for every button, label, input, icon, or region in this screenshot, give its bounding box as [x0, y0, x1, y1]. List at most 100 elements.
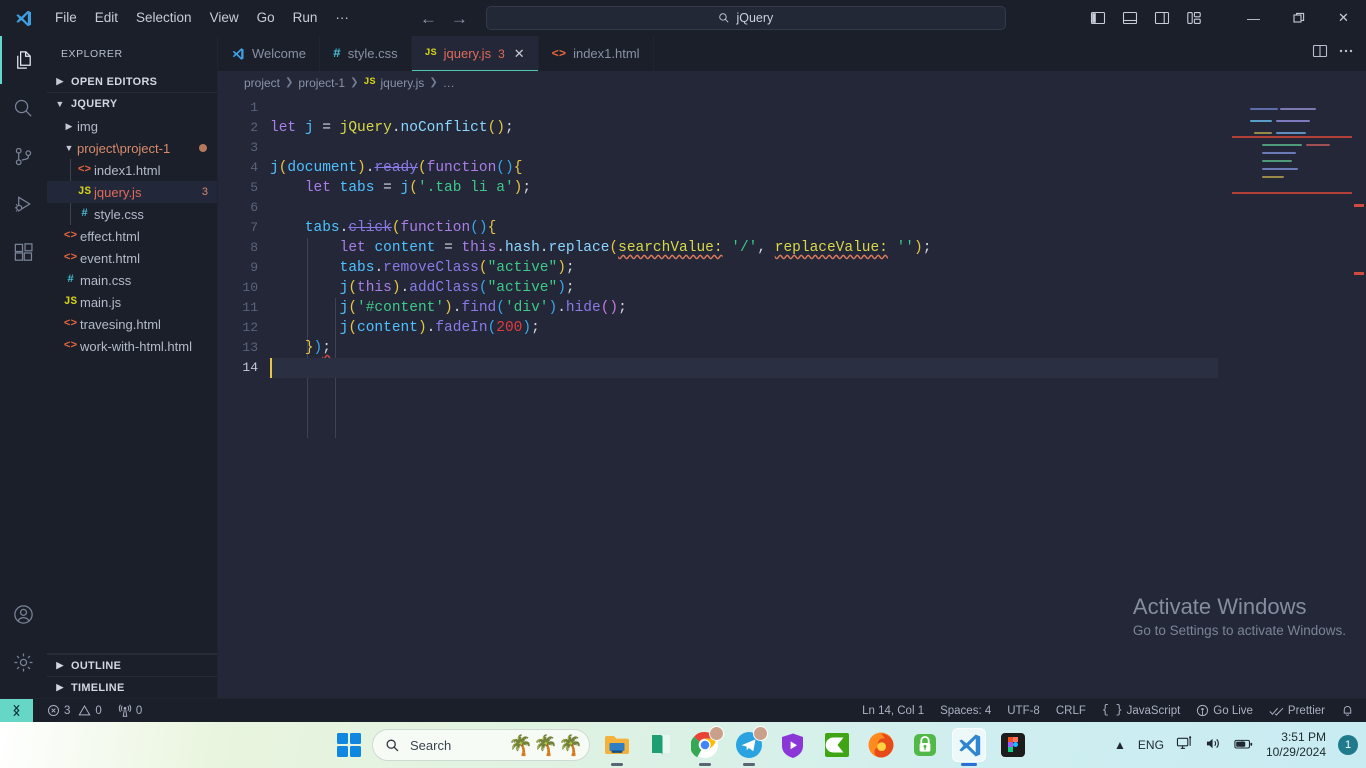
window-restore-button[interactable] — [1276, 0, 1321, 36]
activity-item-accounts[interactable] — [0, 590, 47, 638]
notification-badge[interactable]: 1 — [1338, 735, 1358, 755]
battery-charging-icon[interactable] — [1234, 737, 1254, 754]
windows-start-icon[interactable] — [336, 732, 362, 758]
section-outline[interactable]: ▶ OUTLINE — [47, 654, 217, 676]
activity-item-run-and-debug[interactable] — [0, 180, 47, 228]
tree-item-project-1[interactable]: ▼ project\project-1 — [47, 137, 217, 159]
indentation-status[interactable]: Spaces: 4 — [932, 699, 999, 723]
volume-icon[interactable] — [1205, 736, 1222, 754]
tree-item-jquery-js[interactable]: JS jquery.js 3 — [47, 181, 217, 203]
tray-clock[interactable]: 3:51 PM 10/29/2024 — [1266, 730, 1326, 760]
code-line-5: let tabs = j('.tab li a'); — [304, 180, 532, 196]
window-close-button[interactable]: ✕ — [1321, 0, 1366, 36]
tree-item-main-css[interactable]: # main.css — [47, 269, 217, 291]
menu-go[interactable]: Go — [248, 0, 284, 36]
close-icon[interactable]: ✕ — [514, 46, 525, 62]
prettier-status[interactable]: Prettier — [1261, 699, 1333, 723]
activity-item-source-control[interactable] — [0, 132, 47, 180]
braces-icon: { } — [1101, 704, 1123, 717]
breadcrumb-project[interactable]: project — [244, 76, 280, 90]
tab-index1-html[interactable]: <> index1.html — [539, 36, 654, 71]
chevron-up-icon[interactable]: ▲ — [1114, 738, 1126, 752]
avatar — [753, 726, 768, 741]
taskbar-app-telegram[interactable] — [732, 726, 768, 766]
cursor-position[interactable]: Ln 14, Col 1 — [854, 699, 932, 723]
activity-item-extensions[interactable] — [0, 228, 47, 276]
command-center[interactable]: jQuery — [485, 6, 1006, 30]
tab-welcome[interactable]: Welcome — [218, 36, 320, 71]
code-editor[interactable]: 1 2 3 4 5 6 7 8 9 10 11 12 13 14 let j =… — [218, 94, 1366, 698]
breadcrumb-symbol[interactable]: … — [443, 76, 455, 90]
tree-item-index1-html[interactable]: <> index1.html — [47, 159, 217, 181]
toggle-secondary-sidebar-icon[interactable] — [1147, 3, 1177, 33]
remote-window-button[interactable] — [0, 698, 33, 723]
js-icon: JS — [424, 48, 437, 59]
tab-jquery-js[interactable]: JS jquery.js 3 ✕ — [411, 36, 539, 71]
breadcrumb-project-1[interactable]: project-1 — [298, 76, 345, 90]
text-cursor — [270, 358, 272, 378]
tree-item-style-css[interactable]: # style.css — [47, 203, 217, 225]
split-editor-icon[interactable] — [1312, 43, 1328, 64]
tab-label: index1.html — [573, 46, 640, 61]
taskbar-app-vpn[interactable] — [908, 728, 942, 762]
lock-icon — [914, 734, 936, 756]
taskbar-app-chrome[interactable] — [688, 726, 724, 766]
breadcrumb-file[interactable]: jquery.js — [381, 76, 425, 90]
tree-item-travesing-html[interactable]: <> travesing.html — [47, 313, 217, 335]
menu-edit[interactable]: Edit — [86, 0, 127, 36]
language-status[interactable]: { } JavaScript — [1094, 699, 1188, 723]
tree-item-img[interactable]: ▶ img — [47, 115, 217, 137]
tree-item-work-with-html[interactable]: <> work-with-html.html — [47, 335, 217, 357]
activity-item-settings[interactable] — [0, 638, 47, 686]
section-timeline[interactable]: ▶ TIMELINE — [47, 676, 217, 698]
weather-widget-icon[interactable]: 🌴🌴🌴 — [508, 732, 583, 760]
taskbar-app-file-explorer[interactable] — [600, 728, 634, 766]
menu-selection[interactable]: Selection — [127, 0, 201, 36]
arrow-right-icon[interactable]: → — [451, 10, 468, 27]
chevron-right-icon: ▶ — [56, 682, 64, 692]
tab-style-css[interactable]: # style.css — [320, 36, 412, 71]
menu-file[interactable]: File — [46, 0, 86, 36]
toggle-primary-sidebar-icon[interactable] — [1083, 3, 1113, 33]
menu-run[interactable]: Run — [284, 0, 327, 36]
activity-item-explorer[interactable] — [0, 36, 47, 84]
go-live-button[interactable]: Go Live — [1188, 699, 1261, 723]
sidebar-bottom-sections: ▶ OUTLINE ▶ TIMELINE — [47, 653, 217, 698]
activity-item-search[interactable] — [0, 84, 47, 132]
encoding-status[interactable]: UTF-8 — [999, 699, 1048, 723]
customize-layout-icon[interactable] — [1179, 3, 1209, 33]
section-jquery-root[interactable]: ▼ JQUERY — [47, 93, 217, 115]
menu-more[interactable]: ··· — [326, 0, 358, 36]
ellipsis-icon[interactable]: ellipsis-icon — [196, 49, 209, 59]
taskbar-app-video-shield[interactable] — [776, 728, 810, 762]
tree-label: style.css — [94, 206, 144, 222]
search-icon — [719, 13, 729, 23]
section-open-editors[interactable]: ▶ OPEN EDITORS — [47, 71, 217, 93]
taskbar-app-book[interactable] — [644, 728, 678, 762]
eol-status[interactable]: CRLF — [1048, 699, 1094, 723]
notifications-bell[interactable] — [1333, 699, 1366, 723]
ports-status[interactable]: 0 — [110, 699, 150, 723]
network-icon[interactable] — [1176, 736, 1193, 754]
problems-status[interactable]: 3 0 — [39, 699, 110, 723]
more-actions-icon[interactable] — [1332, 43, 1354, 64]
arrow-left-icon[interactable]: ← — [420, 10, 437, 27]
tray-language[interactable]: ENG — [1138, 738, 1164, 752]
tree-item-main-js[interactable]: JS main.js — [47, 291, 217, 313]
taskbar-app-figma[interactable] — [996, 728, 1030, 762]
tree-label: work-with-html.html — [80, 338, 192, 354]
taskbar-app-camtasia[interactable] — [820, 728, 854, 762]
tree-item-event-html[interactable]: <> event.html — [47, 247, 217, 269]
tree-item-effect-html[interactable]: <> effect.html — [47, 225, 217, 247]
taskbar-app-firefox[interactable] — [864, 728, 898, 762]
taskbar-search-box[interactable]: Search 🌴🌴🌴 — [372, 729, 590, 761]
menu-view[interactable]: View — [201, 0, 248, 36]
code-line-11: j('#content').find('div').hide(); — [339, 300, 627, 316]
window-minimize-button[interactable]: — — [1231, 0, 1276, 36]
taskbar-app-vscode[interactable] — [952, 728, 986, 766]
scrollbar-error-mark — [1354, 204, 1364, 207]
tab-label: jquery.js — [443, 46, 492, 61]
html-icon: <> — [63, 340, 78, 352]
editor-scrollbar[interactable] — [1352, 94, 1366, 698]
toggle-panel-icon[interactable] — [1115, 3, 1145, 33]
